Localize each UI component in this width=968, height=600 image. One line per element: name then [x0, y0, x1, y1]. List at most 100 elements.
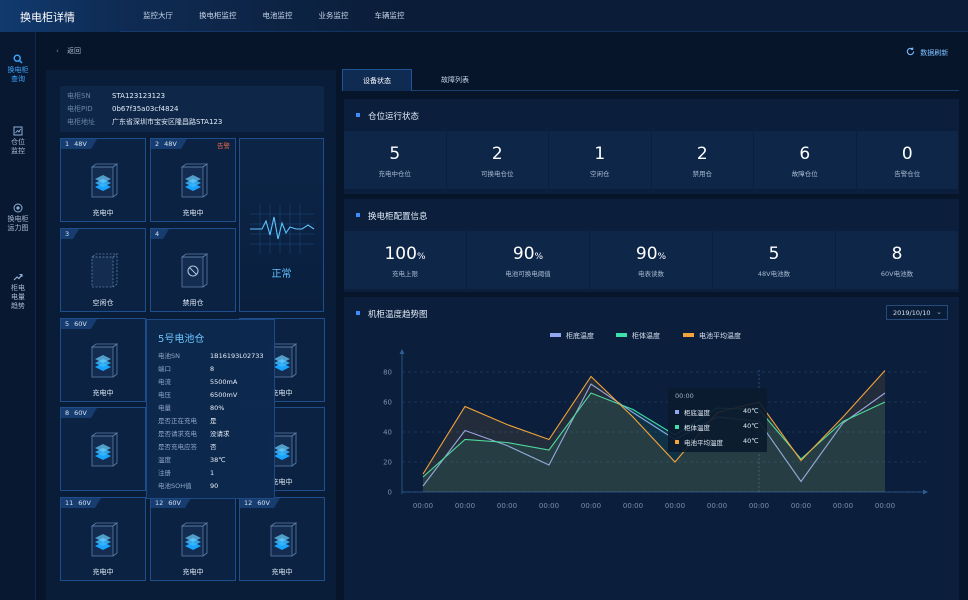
chevron-left-icon: ‹	[56, 47, 59, 55]
stat-number: 5	[713, 244, 835, 264]
info-key: 电柜SN	[67, 92, 91, 100]
tab-bar: 设备状态 故障列表	[342, 69, 959, 91]
refresh-button[interactable]: 数据刷新	[906, 47, 948, 58]
battery-slot[interactable]: 8 60V	[60, 407, 146, 491]
target-icon	[13, 203, 23, 213]
nav-cabinet-monitor[interactable]: 换电柜监控	[186, 0, 250, 32]
heartbeat-icon	[250, 204, 315, 254]
tab-device-status[interactable]: 设备状态	[342, 69, 412, 91]
stat-card: 8 60V电池数	[836, 231, 958, 289]
stat-value: 100	[384, 244, 417, 264]
slot-voltage: 60V	[168, 499, 181, 507]
slot-status-label: 充电中	[182, 568, 204, 576]
sidebar-label: 查询	[11, 75, 25, 83]
tooltip-dot	[675, 425, 679, 429]
slot-voltage: 60V	[78, 499, 91, 507]
slot-id: 5	[65, 320, 70, 328]
sidebar-label: 仓位	[11, 138, 25, 146]
stat-number: 5	[344, 144, 446, 164]
slot-id: 12	[244, 499, 253, 507]
stat-label: 告警仓位	[894, 170, 921, 178]
popup-key: 端口	[158, 365, 171, 373]
nav-vehicle-monitor[interactable]: 车辆监控	[362, 0, 418, 32]
popup-key: 是否充电应答	[158, 443, 197, 451]
back-label: 返回	[67, 47, 82, 55]
slot-status-label: 充电中	[92, 209, 114, 217]
slot-number: 12 60V	[240, 498, 280, 508]
popup-value: 8	[210, 365, 215, 373]
x-tick-label: 00:00	[497, 502, 517, 510]
sidebar-label: 运力图	[7, 224, 29, 232]
x-tick-label: 00:00	[665, 502, 685, 510]
battery-slot[interactable]: 2 48V 告警 充电中	[150, 138, 236, 222]
x-tick-label: 00:00	[875, 502, 895, 510]
date-picker[interactable]: 2019/10/10 ⌄	[886, 305, 948, 320]
tooltip-row: 柜体温度 40℃	[675, 422, 759, 432]
config-panel: 换电柜配置信息 100% 充电上限 90% 电池可换电阈值 90% 电表读数 5 48V电池数…	[344, 199, 959, 292]
tooltip-value: 40℃	[743, 422, 759, 430]
sidebar-item-cabinet-query[interactable]: 换电柜 查询	[0, 54, 36, 84]
popup-row: 温度 38℃	[158, 454, 226, 464]
x-tick-label: 00:00	[749, 502, 769, 510]
title-block: 换电柜详情	[0, 0, 120, 32]
slot-status-label: 充电中	[271, 568, 293, 576]
y-tick-label: 80	[383, 369, 392, 377]
battery-icon	[180, 522, 209, 557]
slot-status-label: 充电中	[92, 389, 114, 397]
nav-business-monitor[interactable]: 业务监控	[306, 0, 362, 32]
slot-status-label: 充电中	[92, 568, 114, 576]
popup-row: 是否正在充电 是	[158, 415, 217, 425]
x-axis-arrow	[923, 489, 928, 495]
stat-value: 2	[696, 144, 708, 164]
battery-slot[interactable]: 11 60V 充电中	[60, 497, 146, 581]
popup-key: 温度	[158, 456, 171, 464]
popup-value: 是	[210, 417, 217, 425]
slot-voltage: 60V	[74, 320, 87, 328]
sidebar-item-capacity-map[interactable]: 换电柜 运力图	[0, 203, 36, 233]
popup-row: 电池SN 1B16193L02733	[158, 350, 264, 360]
tooltip-series: 电池平均温度	[684, 439, 723, 447]
stat-value: 90	[635, 244, 658, 264]
nav-monitor-hall[interactable]: 监控大厅	[130, 0, 186, 32]
popup-key: 电压	[158, 391, 171, 399]
battery-slot[interactable]: 4 禁用仓	[150, 228, 236, 312]
sidebar-label: 换电柜	[7, 66, 29, 74]
battery-slot[interactable]: 3 空闲仓	[60, 228, 146, 312]
search-icon	[13, 54, 23, 64]
slot-status-label: 禁用仓	[182, 299, 204, 307]
stat-label: 空闲仓	[590, 170, 610, 178]
cabinet-info: 电柜SN STA123123123 电柜PID 0b67f35a03cf4824 电…	[60, 86, 324, 132]
battery-slot[interactable]: 12 60V 充电中	[150, 497, 236, 581]
date-value: 2019/10/10	[893, 309, 931, 317]
battery-icon	[180, 163, 209, 198]
y-tick-label: 40	[383, 429, 392, 437]
popup-row: 是否请求充电 没请求	[158, 428, 230, 438]
sidebar-item-slot-monitor[interactable]: 仓位 监控	[0, 126, 36, 156]
popup-key: 电池SOH值	[158, 482, 192, 490]
stat-card: 90% 电池可换电阈值	[467, 231, 589, 289]
battery-icon	[90, 163, 119, 198]
config-title: 换电柜配置信息	[356, 210, 428, 222]
slot-number: 3	[61, 229, 80, 239]
info-key: 电柜地址	[67, 118, 95, 126]
stat-number: 90%	[590, 244, 712, 264]
popup-value: 没请求	[210, 430, 230, 438]
slot-number: 12 60V	[151, 498, 191, 508]
back-button[interactable]: ‹ 返回	[56, 46, 81, 56]
stat-label: 电表读数	[638, 270, 664, 278]
legend-label: 柜底温度	[566, 332, 594, 340]
nav-battery-monitor[interactable]: 电池监控	[250, 0, 306, 32]
main-nav: 监控大厅 换电柜监控 电池监控 业务监控 车辆监控	[130, 0, 418, 32]
battery-slot[interactable]: 12 60V 充电中	[239, 497, 325, 581]
sidebar-item-power-trend[interactable]: 柜电 电量 趋势	[0, 272, 36, 311]
x-tick-label: 00:00	[455, 502, 475, 510]
cabinet-status-cell: 正常	[239, 138, 324, 312]
top-bar: 换电柜详情 监控大厅 换电柜监控 电池监控 业务监控 车辆监控	[0, 0, 968, 32]
chart-tooltip: 00:00 柜底温度 40℃ 柜体温度 40℃ 电池平均温度 40℃	[668, 388, 767, 452]
legend-label: 柜体温度	[632, 332, 660, 340]
battery-slot[interactable]: 1 48V 充电中	[60, 138, 146, 222]
stat-value: 1	[594, 144, 606, 164]
battery-slot[interactable]: 5 60V 充电中	[60, 318, 146, 402]
tab-fault-list[interactable]: 故障列表	[420, 69, 490, 91]
slot-id: 2	[155, 140, 160, 148]
